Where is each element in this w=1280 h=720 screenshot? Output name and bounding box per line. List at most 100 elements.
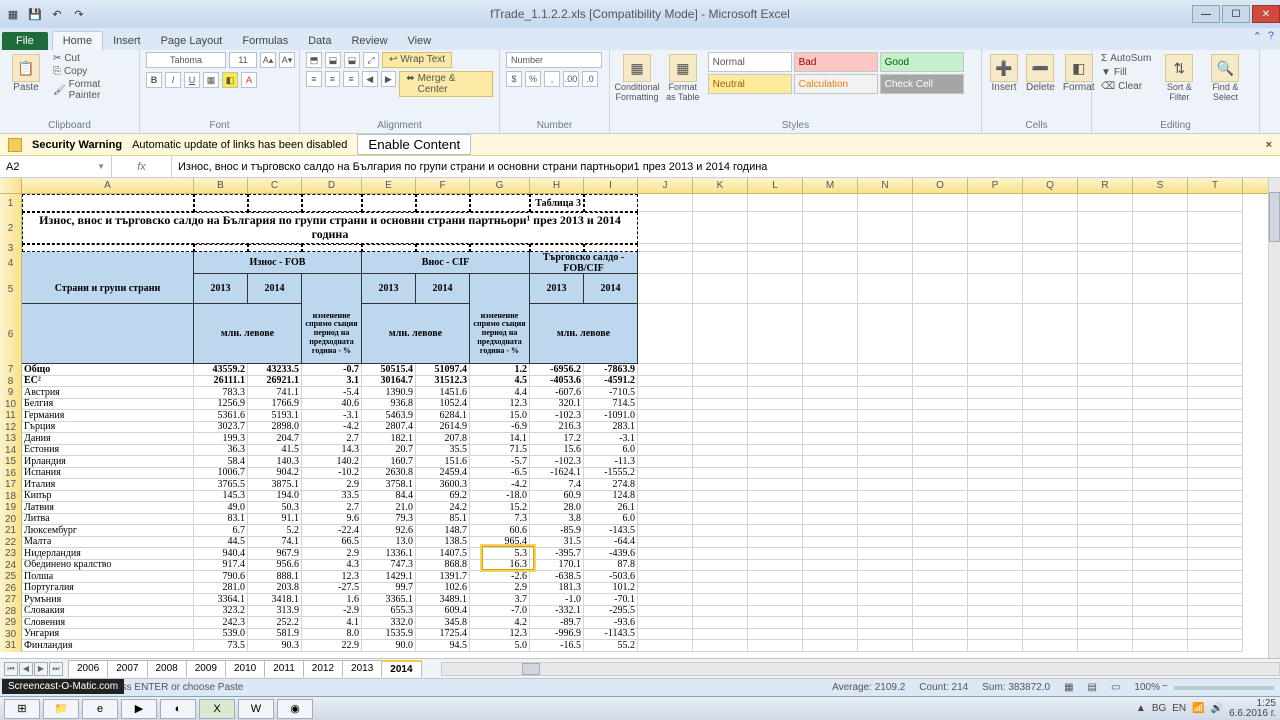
tab-insert[interactable]: Insert bbox=[103, 32, 151, 50]
clock[interactable]: 1:25 6.6.2016 г. bbox=[1229, 699, 1276, 719]
col-header[interactable]: F bbox=[416, 178, 470, 193]
insert-cells-button[interactable]: ➕Insert bbox=[988, 52, 1020, 95]
sheet-tab[interactable]: 2012 bbox=[303, 660, 343, 677]
col-header[interactable]: C bbox=[248, 178, 302, 193]
fx-button[interactable]: fx bbox=[112, 156, 172, 177]
chevron-down-icon[interactable]: ▼ bbox=[97, 162, 105, 171]
horizontal-scrollbar[interactable] bbox=[441, 662, 1280, 676]
scroll-thumb[interactable] bbox=[1269, 192, 1280, 242]
italic-button[interactable]: I bbox=[165, 72, 181, 88]
view-normal-icon[interactable]: ▦ bbox=[1064, 682, 1073, 693]
enable-content-button[interactable]: Enable Content bbox=[357, 134, 471, 155]
font-color-button[interactable]: A bbox=[241, 72, 257, 88]
increase-decimal-icon[interactable]: .00 bbox=[563, 71, 579, 87]
name-box[interactable]: A2▼ bbox=[0, 156, 112, 177]
word-taskbar-icon[interactable]: W bbox=[238, 699, 274, 719]
sheet-tab[interactable]: 2013 bbox=[342, 660, 382, 677]
media-icon[interactable]: ▶ bbox=[121, 699, 157, 719]
font-size-select[interactable]: 11 bbox=[229, 52, 257, 68]
file-tab[interactable]: File bbox=[2, 32, 48, 50]
sheet-tab[interactable]: 2006 bbox=[68, 660, 108, 677]
zoom-slider[interactable] bbox=[1174, 686, 1274, 690]
orientation-icon[interactable]: ⤢ bbox=[363, 52, 379, 68]
sheet-tab[interactable]: 2014 bbox=[381, 660, 421, 677]
autosum-button[interactable]: ΣAutoSum bbox=[1098, 52, 1154, 65]
start-button[interactable]: ⊞ bbox=[4, 699, 40, 719]
format-as-table-button[interactable]: ▦Format as Table bbox=[662, 52, 704, 104]
row-header[interactable]: 3 bbox=[0, 244, 22, 252]
col-header[interactable]: H bbox=[530, 178, 584, 193]
col-header[interactable]: E bbox=[362, 178, 416, 193]
select-all-corner[interactable] bbox=[0, 178, 22, 193]
fill-color-button[interactable]: ◧ bbox=[222, 72, 238, 88]
tab-view[interactable]: View bbox=[398, 32, 442, 50]
decrease-decimal-icon[interactable]: .0 bbox=[582, 71, 598, 87]
close-button[interactable]: ✕ bbox=[1252, 5, 1280, 23]
sort-filter-button[interactable]: ⇅Sort & Filter bbox=[1158, 52, 1200, 104]
grow-font-icon[interactable]: A▴ bbox=[260, 52, 276, 68]
tab-formulas[interactable]: Formulas bbox=[232, 32, 298, 50]
paste-button[interactable]: 📋 Paste bbox=[6, 52, 46, 95]
align-bottom-icon[interactable]: ⬓ bbox=[344, 52, 360, 68]
fill-button[interactable]: ▼Fill bbox=[1098, 66, 1154, 79]
excel-taskbar-icon[interactable]: X bbox=[199, 699, 235, 719]
save-icon[interactable]: 💾 bbox=[26, 5, 44, 23]
zoom-level[interactable]: 100% bbox=[1134, 682, 1160, 693]
row-header[interactable]: 1 bbox=[0, 194, 22, 212]
sound-icon[interactable]: 🔊 bbox=[1211, 703, 1223, 714]
copy-button[interactable]: ⎘Copy bbox=[50, 65, 133, 78]
explorer-icon[interactable]: 📁 bbox=[43, 699, 79, 719]
close-warning-button[interactable]: × bbox=[1266, 139, 1272, 151]
percent-icon[interactable]: % bbox=[525, 71, 541, 87]
sheet-tab[interactable]: 2009 bbox=[186, 660, 226, 677]
tab-data[interactable]: Data bbox=[298, 32, 341, 50]
tab-home[interactable]: Home bbox=[52, 31, 103, 50]
font-name-select[interactable]: Tahoma bbox=[146, 52, 226, 68]
network-icon[interactable]: 📶 bbox=[1192, 703, 1204, 714]
first-sheet-icon[interactable]: ⏮ bbox=[4, 662, 18, 676]
delete-cells-button[interactable]: ➖Delete bbox=[1024, 52, 1057, 95]
minimize-button[interactable]: — bbox=[1192, 5, 1220, 23]
wrap-text-button[interactable]: ↩Wrap Text bbox=[382, 52, 452, 68]
sheet-tab[interactable]: 2008 bbox=[147, 660, 187, 677]
align-right-icon[interactable]: ≡ bbox=[343, 71, 359, 87]
format-painter-button[interactable]: 🖌Format Painter bbox=[50, 78, 133, 102]
find-select-button[interactable]: 🔍Find & Select bbox=[1204, 52, 1246, 104]
sheet-tab[interactable]: 2011 bbox=[264, 660, 304, 677]
maximize-button[interactable]: ☐ bbox=[1222, 5, 1250, 23]
bold-button[interactable]: B bbox=[146, 72, 162, 88]
view-layout-icon[interactable]: ▤ bbox=[1088, 682, 1097, 693]
currency-icon[interactable]: $ bbox=[506, 71, 522, 87]
align-left-icon[interactable]: ≡ bbox=[306, 71, 322, 87]
underline-button[interactable]: U bbox=[184, 72, 200, 88]
number-format-select[interactable]: Number bbox=[506, 52, 602, 68]
clear-button[interactable]: ⌫Clear bbox=[1098, 80, 1154, 93]
tab-review[interactable]: Review bbox=[341, 32, 397, 50]
conditional-formatting-button[interactable]: ▦Conditional Formatting bbox=[616, 52, 658, 104]
last-sheet-icon[interactable]: ⏭ bbox=[49, 662, 63, 676]
formula-input[interactable]: Износ, внос и търговско салдо на Българи… bbox=[172, 156, 1280, 177]
next-sheet-icon[interactable]: ▶ bbox=[34, 662, 48, 676]
recorder-icon[interactable]: ◉ bbox=[277, 699, 313, 719]
tab-page-layout[interactable]: Page Layout bbox=[151, 32, 233, 50]
redo-icon[interactable]: ↷ bbox=[70, 5, 88, 23]
comma-icon[interactable]: , bbox=[544, 71, 560, 87]
col-header[interactable]: D bbox=[302, 178, 362, 193]
col-header[interactable]: G bbox=[470, 178, 530, 193]
col-header[interactable]: I bbox=[584, 178, 638, 193]
decrease-indent-icon[interactable]: ◀ bbox=[362, 71, 378, 87]
undo-icon[interactable]: ↶ bbox=[48, 5, 66, 23]
shrink-font-icon[interactable]: A▾ bbox=[279, 52, 295, 68]
tray-up-icon[interactable]: ▲ bbox=[1136, 703, 1146, 714]
view-pagebreak-icon[interactable]: ▭ bbox=[1111, 682, 1120, 693]
sheet-tab[interactable]: 2010 bbox=[225, 660, 265, 677]
cell-styles-gallery[interactable]: Normal Bad Good Neutral Calculation Chec… bbox=[708, 52, 975, 94]
hscroll-thumb[interactable] bbox=[522, 663, 540, 675]
lang-indicator-2[interactable]: EN bbox=[1172, 703, 1186, 714]
ie-icon[interactable]: e bbox=[82, 699, 118, 719]
col-header[interactable]: A bbox=[22, 178, 194, 193]
align-center-icon[interactable]: ≡ bbox=[325, 71, 341, 87]
worksheet-grid[interactable]: A B C D E F G H I J K L M N O P Q R S T … bbox=[0, 178, 1268, 652]
help-icon[interactable]: ? bbox=[1268, 30, 1274, 43]
align-top-icon[interactable]: ⬒ bbox=[306, 52, 322, 68]
